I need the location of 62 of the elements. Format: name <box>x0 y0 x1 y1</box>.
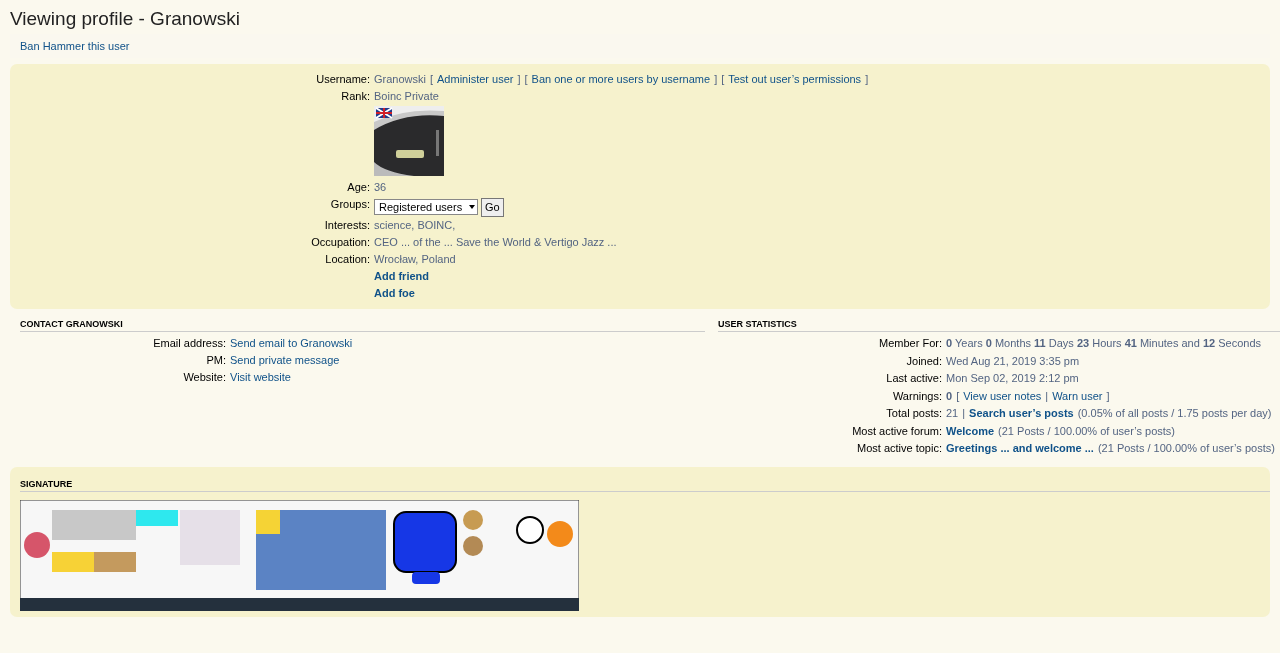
value-text: (21 Posts / 100.00% of user’s posts) <box>1097 441 1275 456</box>
separator: ] <box>1106 388 1110 404</box>
field-label: Occupation: <box>311 236 370 248</box>
profile-link[interactable]: Add friend <box>374 269 429 284</box>
field-label: Email address: <box>153 337 226 349</box>
section-heading: USER STATISTICS <box>718 317 1280 332</box>
value-text: 36 <box>374 180 387 195</box>
profile-link[interactable]: Test out user’s permissions <box>728 72 862 87</box>
value-text: Granowski <box>374 72 426 87</box>
page-title: Viewing profile - Granowski <box>9 7 241 30</box>
caret-icon <box>469 205 475 209</box>
value-text: 0 <box>946 388 953 404</box>
value-text: Boinc Private <box>374 89 439 104</box>
separator: ] <box>517 72 521 87</box>
field-label: Rank: <box>341 90 370 102</box>
field-label: Interests: <box>324 219 370 231</box>
value-text: 0 Years 0 Months 11 Days 23 Hours 41 Minutes and 12 Seconds <box>946 336 1262 351</box>
value-text: Wed Aug 21, 2019 3:35 pm <box>946 353 1080 369</box>
value-text: CEO ... of the ... Save the World & Vertigo Jazz ... <box>374 235 617 250</box>
profile-link[interactable]: Send email to Granowski <box>230 336 353 351</box>
profile-link[interactable]: Welcome <box>946 423 995 439</box>
field-label: Last active: <box>886 372 942 384</box>
field-label: Groups: <box>330 198 370 210</box>
field-label: Most active topic: <box>857 442 942 454</box>
field-label: Username: <box>316 73 370 85</box>
profile-link[interactable]: Send private message <box>230 353 340 368</box>
field-label: Age: <box>347 181 370 193</box>
field-label: Warnings: <box>892 389 942 402</box>
field-label: Location: <box>325 253 370 265</box>
ban-link[interactable]: Ban Hammer this user <box>20 40 130 52</box>
field-label: PM: <box>206 354 226 366</box>
profile-link[interactable]: Greetings ... and welcome ... <box>946 441 1094 456</box>
field-label: Website: <box>183 371 226 383</box>
value-text: (0.05% of all posts / 1.75 posts per day) <box>1077 406 1272 421</box>
go-button[interactable]: Go <box>481 197 504 217</box>
separator: [ <box>524 72 528 87</box>
separator: | <box>962 406 966 421</box>
value-text: (21 Posts / 100.00% of user’s posts) <box>998 423 1175 439</box>
field-label: Most active forum: <box>852 424 942 437</box>
field-label: Joined: <box>906 354 942 367</box>
profile-link[interactable]: Warn user <box>1052 388 1103 404</box>
separator: [ <box>721 72 725 87</box>
value-text: Mon Sep 02, 2019 2:12 pm <box>946 371 1079 386</box>
separator: [ <box>429 72 434 87</box>
profile-link[interactable]: Administer user <box>437 72 514 87</box>
profile-link[interactable]: Search user’s posts <box>969 406 1074 421</box>
profile-link[interactable]: Visit website <box>230 370 291 385</box>
separator: | <box>1045 388 1049 404</box>
separator: [ <box>956 388 960 404</box>
field-label: Total posts: <box>886 407 942 419</box>
profile-link[interactable]: View user notes <box>963 388 1042 404</box>
separator: ] <box>714 72 718 87</box>
profile-link[interactable]: Ban one or more users by username <box>531 72 711 87</box>
field-label: Member For: <box>879 337 942 349</box>
groups-dropdown[interactable]: Registered users <box>374 199 478 215</box>
separator: ] <box>865 72 869 87</box>
value-text: science, BOINC, <box>374 218 456 233</box>
value-text: 21 <box>946 406 959 421</box>
profile-link[interactable]: Add foe <box>374 286 415 301</box>
section-heading: CONTACT GRANOWSKI <box>20 317 705 332</box>
value-text: Wrocław, Poland <box>374 252 456 267</box>
section-heading: SIGNATURE <box>20 476 1270 492</box>
